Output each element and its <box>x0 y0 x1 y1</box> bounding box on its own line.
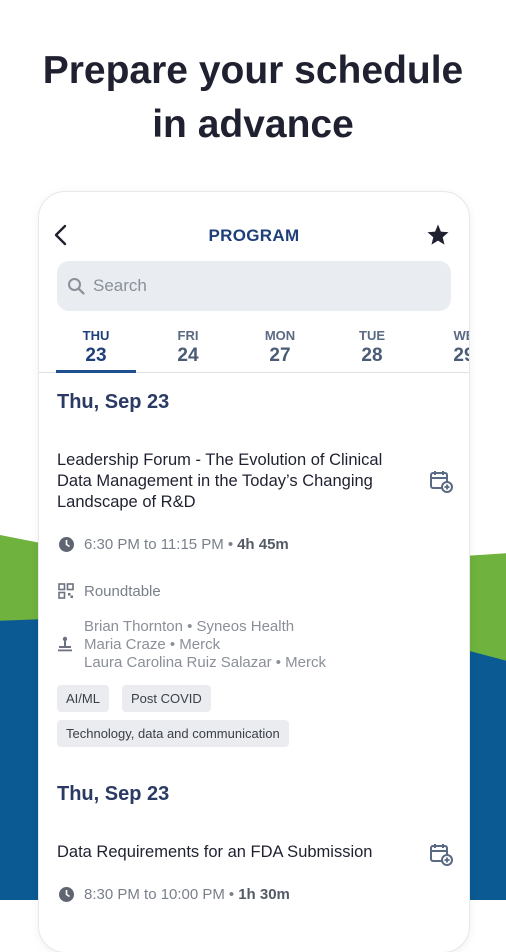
phone-screen: PROGRAM THU 23 FRI 24 MON 27 TUE 28 <box>39 192 469 952</box>
search-input[interactable] <box>91 275 435 297</box>
session-title-line: Data Management in the Today’s Changing <box>57 472 373 490</box>
add-to-calendar-icon[interactable] <box>429 842 453 866</box>
tag-chip[interactable]: Post COVID <box>122 685 211 712</box>
tab-day-of-week: WE <box>453 328 469 343</box>
headline-line-1: Prepare your schedule <box>42 49 464 92</box>
tag-chip[interactable]: AI/ML <box>57 685 109 712</box>
tab-wed-29[interactable]: WE 29 <box>424 318 469 372</box>
session-format-row: Roundtable <box>57 582 161 600</box>
tab-day-number: 24 <box>177 345 199 366</box>
session-title[interactable]: Data Requirements for an FDA Submission <box>57 842 417 863</box>
speaker-name[interactable]: Laura Carolina Ruiz Salazar • Merck <box>84 654 326 672</box>
session-time-row: 8:30 PM to 10:00 PM • 1h 30m <box>57 885 290 903</box>
speaker-name[interactable]: Brian Thornton • Syneos Health <box>84 618 326 636</box>
qr-grid-icon <box>57 582 75 600</box>
tab-mon-27[interactable]: MON 27 <box>240 318 320 372</box>
star-icon <box>427 224 449 245</box>
tab-day-number: 29 <box>453 345 469 366</box>
tab-day-of-week: MON <box>264 328 296 343</box>
session-time-row: 6:30 PM to 11:15 PM • 4h 45m <box>57 535 289 553</box>
tab-day-number: 28 <box>361 345 383 366</box>
date-tabs: THU 23 FRI 24 MON 27 TUE 28 WE 29 <box>39 318 469 373</box>
tab-fri-24[interactable]: FRI 24 <box>148 318 228 372</box>
session-title-line: Leadership Forum - The Evolution of Clin… <box>57 451 383 469</box>
speaker-name[interactable]: Maria Craze • Merck <box>84 636 326 654</box>
session-speakers: Brian Thornton • Syneos Health Maria Cra… <box>57 618 326 672</box>
separator-dot: • <box>227 535 234 553</box>
tab-day-of-week: TUE <box>359 328 385 343</box>
clock-icon <box>57 535 75 553</box>
search-icon <box>65 275 87 297</box>
headline-line-2: in advance <box>152 103 354 146</box>
day-header: Thu, Sep 23 <box>57 391 170 413</box>
podium-speaker-icon <box>57 636 75 654</box>
tab-day-number: 23 <box>85 345 107 366</box>
session-time: 6:30 PM to 11:15 PM <box>84 535 224 553</box>
session-duration: 4h 45m <box>237 535 289 553</box>
favorites-button[interactable] <box>425 222 451 248</box>
tab-day-of-week: FRI <box>177 328 199 343</box>
session-format: Roundtable <box>84 582 161 600</box>
screen-title: PROGRAM <box>208 226 300 245</box>
add-to-calendar-icon[interactable] <box>429 469 453 493</box>
session-title-line: Landscape of R&D <box>57 493 196 511</box>
search-bar[interactable] <box>57 261 451 311</box>
day-header: Thu, Sep 23 <box>57 783 170 805</box>
tab-day-of-week: THU <box>82 328 110 343</box>
headline: Prepare your schedule in advance <box>0 44 506 152</box>
tab-day-number: 27 <box>269 345 291 366</box>
tag-chip[interactable]: Technology, data and communication <box>57 720 289 747</box>
tab-tue-28[interactable]: TUE 28 <box>332 318 412 372</box>
tab-thu-23[interactable]: THU 23 <box>56 318 136 373</box>
session-title[interactable]: Leadership Forum - The Evolution of Clin… <box>57 450 417 513</box>
clock-icon <box>57 885 75 903</box>
